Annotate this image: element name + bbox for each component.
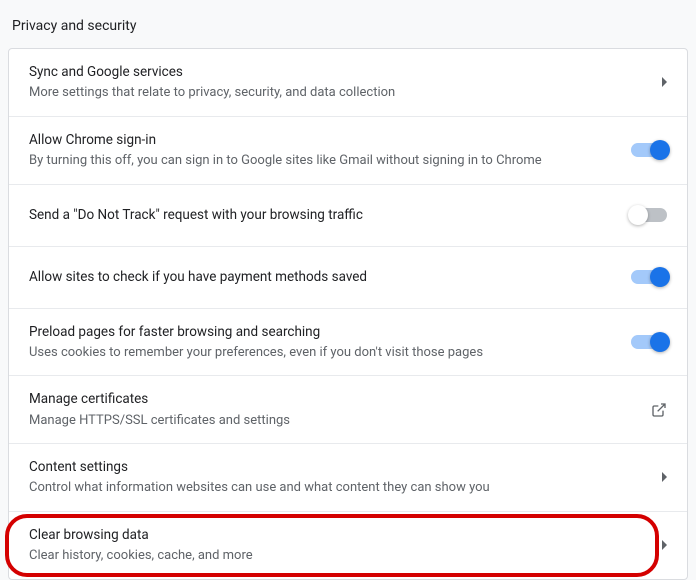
row-subtitle: Clear history, cookies, cache, and more xyxy=(29,547,646,565)
row-subtitle: Uses cookies to remember your preference… xyxy=(29,344,615,362)
row-content-settings[interactable]: Content settings Control what informatio… xyxy=(9,444,687,512)
row-text: Allow Chrome sign-in By turning this off… xyxy=(29,131,615,170)
settings-card: Sync and Google services More settings t… xyxy=(8,48,688,580)
row-text: Allow sites to check if you have payment… xyxy=(29,268,615,286)
row-preload-pages: Preload pages for faster browsing and se… xyxy=(9,309,687,377)
row-subtitle: More settings that relate to privacy, se… xyxy=(29,84,646,102)
row-subtitle: Control what information websites can us… xyxy=(29,479,646,497)
row-title: Clear browsing data xyxy=(29,526,646,544)
row-text: Content settings Control what informatio… xyxy=(29,458,646,497)
row-title: Send a "Do Not Track" request with your … xyxy=(29,206,615,224)
row-subtitle: By turning this off, you can sign in to … xyxy=(29,152,615,170)
row-text: Preload pages for faster browsing and se… xyxy=(29,323,615,362)
row-title: Allow sites to check if you have payment… xyxy=(29,268,615,286)
row-sync-google-services[interactable]: Sync and Google services More settings t… xyxy=(9,49,687,117)
toggle-do-not-track[interactable] xyxy=(631,208,667,222)
row-title: Preload pages for faster browsing and se… xyxy=(29,323,615,341)
row-title: Allow Chrome sign-in xyxy=(29,131,615,149)
chevron-right-icon xyxy=(662,472,667,482)
row-allow-chrome-sign-in: Allow Chrome sign-in By turning this off… xyxy=(9,117,687,185)
chevron-right-icon xyxy=(662,77,667,87)
row-text: Sync and Google services More settings t… xyxy=(29,63,646,102)
row-do-not-track: Send a "Do Not Track" request with your … xyxy=(9,185,687,247)
row-title: Content settings xyxy=(29,458,646,476)
toggle-allow-chrome-sign-in[interactable] xyxy=(631,143,667,157)
toggle-preload-pages[interactable] xyxy=(631,335,667,349)
chevron-right-icon xyxy=(662,540,667,550)
row-clear-browsing-data[interactable]: Clear browsing data Clear history, cooki… xyxy=(9,512,687,579)
row-text: Manage certificates Manage HTTPS/SSL cer… xyxy=(29,390,635,429)
row-text: Clear browsing data Clear history, cooki… xyxy=(29,526,646,565)
row-title: Sync and Google services xyxy=(29,63,646,81)
row-subtitle: Manage HTTPS/SSL certificates and settin… xyxy=(29,412,635,430)
toggle-payment-methods[interactable] xyxy=(631,270,667,284)
external-link-icon xyxy=(651,402,667,418)
row-title: Manage certificates xyxy=(29,390,635,408)
row-text: Send a "Do Not Track" request with your … xyxy=(29,206,615,224)
row-manage-certificates[interactable]: Manage certificates Manage HTTPS/SSL cer… xyxy=(9,376,687,444)
row-payment-methods-check: Allow sites to check if you have payment… xyxy=(9,247,687,309)
section-title: Privacy and security xyxy=(0,0,696,48)
